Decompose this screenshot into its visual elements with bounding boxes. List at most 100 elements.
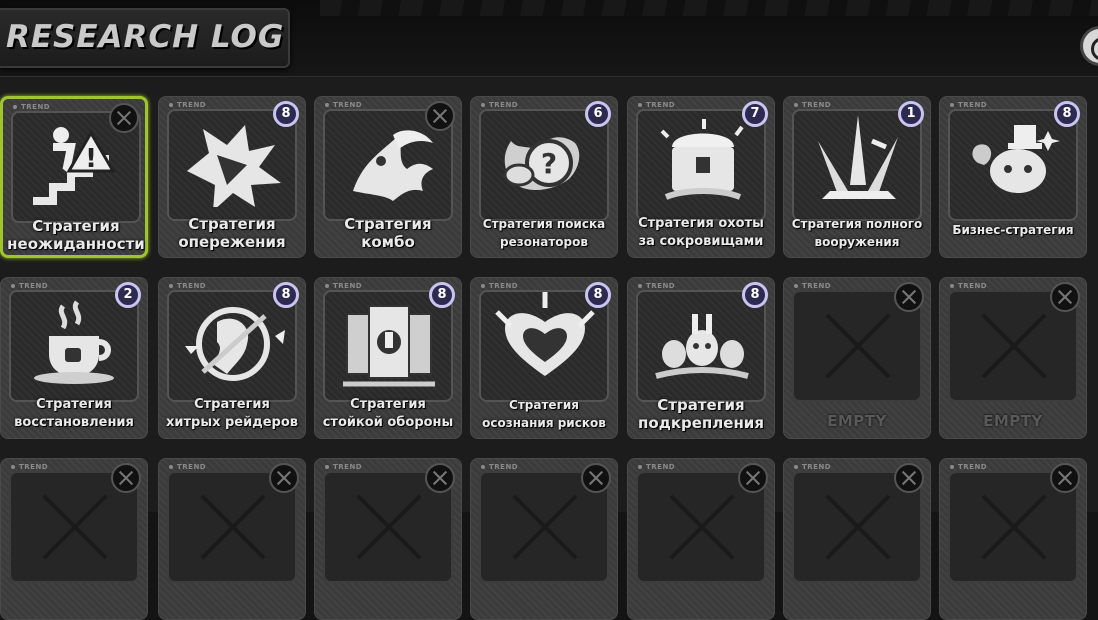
strategy-name-line2: подкрепления: [638, 414, 764, 432]
strategy-name-line1: Стратегия: [509, 398, 579, 412]
trend-tag: TREND: [949, 463, 988, 471]
strategy-name-line2: неожиданности: [7, 235, 145, 253]
remove-icon[interactable]: [425, 463, 455, 493]
strategy-name: Стратегия стойкой обороны: [317, 396, 459, 432]
strategy-name-line2: осознания рисков: [482, 416, 606, 430]
remove-icon[interactable]: [738, 463, 768, 493]
strategy-name-line1: Стратегия: [350, 397, 426, 412]
header-plate: RESEARCH LOG: [0, 8, 290, 68]
rabbit-hat-icon: [972, 125, 1060, 193]
trend-tag: TREND: [637, 463, 676, 471]
strategy-name-line2: хитрых рейдеров: [165, 415, 298, 430]
strategy-card[interactable]: TREND Стратегия комбо: [314, 96, 462, 258]
empty-slot[interactable]: TREND EMPTY: [783, 277, 931, 439]
trend-tag: TREND: [949, 101, 988, 109]
mystery-coins-icon: ?: [503, 137, 580, 190]
trend-tag: TREND: [480, 101, 519, 109]
remove-icon[interactable]: [581, 463, 611, 493]
empty-label: EMPTY: [827, 412, 887, 430]
remove-icon[interactable]: [109, 103, 139, 133]
level-badge: 8: [273, 282, 299, 308]
empty-slot[interactable]: TREND: [939, 458, 1087, 620]
strategy-card[interactable]: TREND 7 Стратегия охоты за сокровищами: [627, 96, 775, 258]
strategy-card[interactable]: TREND 8 Стратегия стойкой обороны: [314, 277, 462, 439]
remove-icon[interactable]: [894, 282, 924, 312]
strategy-name: Стратегия опережения: [161, 215, 303, 251]
strategy-name-line1: Бизнес-стратегия: [952, 223, 1074, 237]
trend-tag: TREND: [168, 101, 207, 109]
strategy-card[interactable]: TREND 8 Стратегия подкрепления: [627, 277, 775, 439]
empty-slot[interactable]: TREND: [314, 458, 462, 620]
weapons-cluster-icon: [818, 115, 898, 199]
remove-icon[interactable]: [269, 463, 299, 493]
empty-slot[interactable]: TREND: [627, 458, 775, 620]
strategy-name: Стратегия неожиданности: [5, 217, 147, 253]
empty-slot[interactable]: TREND: [783, 458, 931, 620]
strategy-name-line1: Стратегия охоты: [638, 216, 764, 231]
level-badge: 1: [898, 101, 924, 127]
trend-tag: TREND: [324, 282, 363, 290]
trend-tag: TREND: [480, 463, 519, 471]
strategy-card[interactable]: TREND? 6 Стратегия поиска резонаторов: [470, 96, 618, 258]
trend-tag: TREND: [637, 282, 676, 290]
strategy-name: Стратегия осознания рисков: [473, 396, 615, 432]
svg-text:?: ?: [541, 147, 557, 180]
strategy-name-line1: Стратегия: [194, 397, 270, 412]
strategy-card[interactable]: TREND 1 Стратегия полного вооружения: [783, 96, 931, 258]
strategy-name-line2: комбо: [361, 233, 415, 251]
remove-icon[interactable]: [1050, 282, 1080, 312]
empty-slot[interactable]: TREND: [0, 458, 148, 620]
strategy-card[interactable]: TREND! Стратегия неожиданности: [0, 96, 148, 258]
trend-tag: TREND: [324, 463, 363, 471]
trend-tag: TREND: [10, 463, 49, 471]
empty-cross-icon: [195, 489, 271, 565]
strategy-name: Стратегия комбо: [317, 215, 459, 251]
empty-slot[interactable]: TREND: [470, 458, 618, 620]
remove-icon[interactable]: [425, 101, 455, 131]
remove-icon[interactable]: [111, 463, 141, 493]
strategy-name-line2: за сокровищами: [638, 234, 764, 249]
level-badge: 8: [742, 282, 768, 308]
empty-cross-icon: [976, 308, 1052, 384]
remove-icon[interactable]: [1050, 463, 1080, 493]
level-badge: 8: [585, 282, 611, 308]
strategy-card[interactable]: TREND 2 Стратегия восстановления: [0, 277, 148, 439]
trend-tag: TREND: [10, 282, 49, 290]
raider-head-icon: [185, 307, 285, 381]
strategy-name: Стратегия поиска резонаторов: [473, 215, 615, 251]
empty-label: EMPTY: [983, 412, 1043, 430]
strategy-name-line2: стойкой обороны: [322, 415, 454, 430]
trend-tag: TREND: [793, 463, 832, 471]
level-badge: 7: [742, 101, 768, 127]
strategy-name: Стратегия полного вооружения: [786, 215, 928, 251]
trend-tag: TREND: [637, 101, 676, 109]
empty-cross-icon: [820, 308, 896, 384]
trend-tag: TREND: [793, 282, 832, 290]
level-badge: 6: [585, 101, 611, 127]
empty-cross-icon: [37, 489, 113, 565]
strategy-name-line1: Стратегия: [32, 217, 120, 235]
treasure-chest-icon: [660, 119, 744, 200]
strategy-name-line1: Стратегия поиска: [482, 217, 606, 231]
trend-tag: TREND: [168, 282, 207, 290]
level-badge: 8: [1054, 101, 1080, 127]
trend-tag: TREND: [324, 101, 363, 109]
strategy-name-line2: вооружения: [814, 235, 900, 249]
level-badge: 2: [115, 282, 141, 308]
strategy-name-line1: Стратегия: [188, 215, 276, 233]
strategy-name: Бизнес-стратегия: [942, 221, 1084, 239]
strategy-name: Стратегия хитрых рейдеров: [161, 396, 303, 432]
level-badge: 8: [429, 282, 455, 308]
strategy-card[interactable]: TREND 8 Бизнес-стратегия: [939, 96, 1087, 258]
empty-slot[interactable]: TREND: [158, 458, 306, 620]
empty-cross-icon: [976, 489, 1052, 565]
rabbit-squad-icon: [655, 314, 749, 379]
strategy-card[interactable]: TREND 8 Стратегия опережения: [158, 96, 306, 258]
trend-tag: TREND: [793, 101, 832, 109]
empty-cross-icon: [351, 489, 427, 565]
strategy-card[interactable]: TREND 8 Стратегия осознания рисков: [470, 277, 618, 439]
remove-icon[interactable]: [894, 463, 924, 493]
trend-tag: TREND: [480, 282, 519, 290]
strategy-card[interactable]: TREND 8 Стратегия хитрых рейдеров: [158, 277, 306, 439]
empty-slot[interactable]: TREND EMPTY: [939, 277, 1087, 439]
